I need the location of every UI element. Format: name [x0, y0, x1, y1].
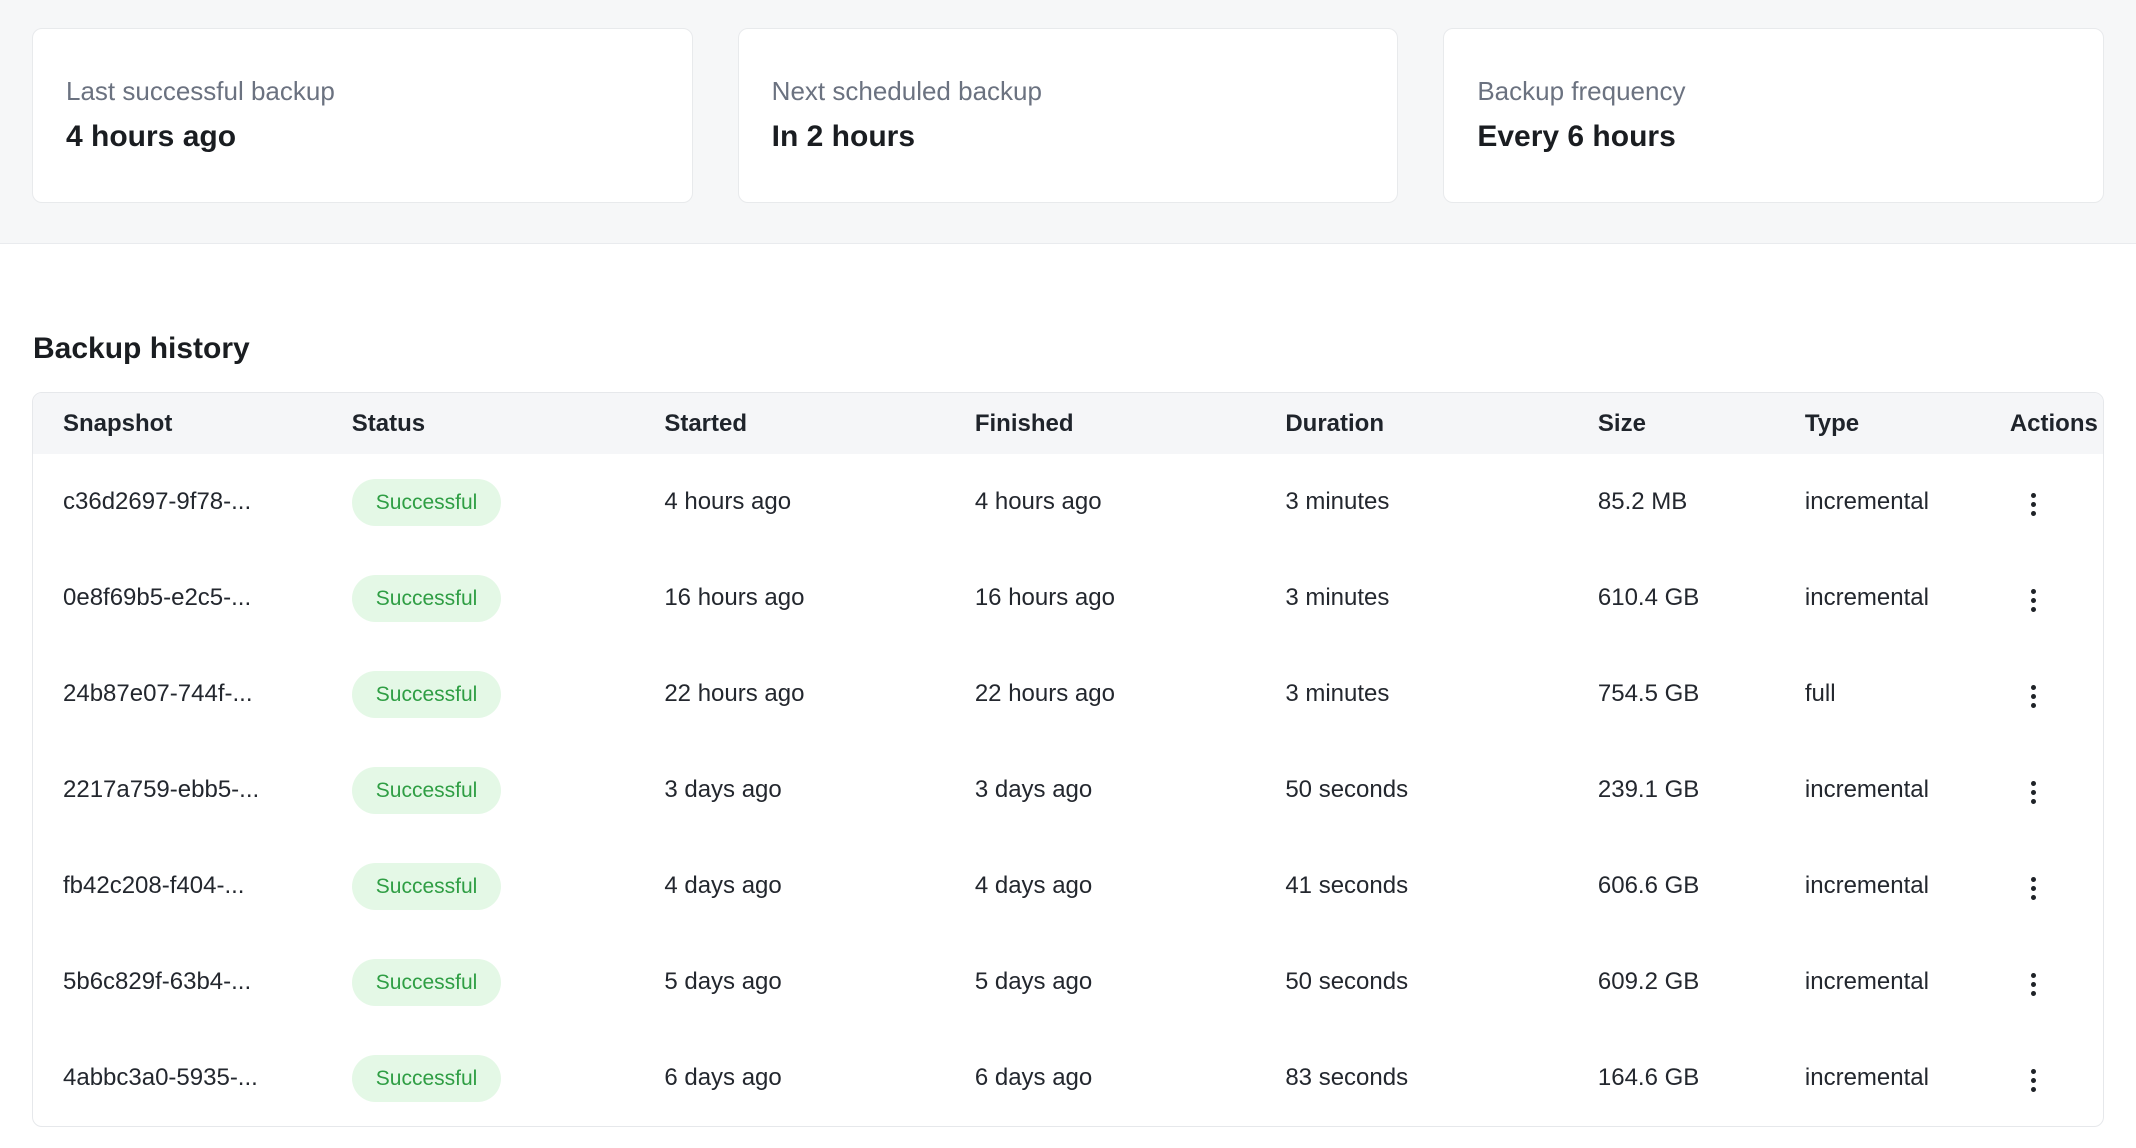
status-badge: Successful	[352, 959, 502, 1006]
type-cell: incremental	[1805, 742, 2010, 838]
table-row: 4abbc3a0-5935-... Successful 6 days ago …	[33, 1030, 2103, 1126]
snapshot-id: 5b6c829f-63b4-...	[33, 934, 352, 1030]
duration-cell: 41 seconds	[1285, 838, 1598, 934]
duration-cell: 83 seconds	[1285, 1030, 1598, 1126]
finished-cell: 22 hours ago	[975, 646, 1286, 742]
duration-cell: 3 minutes	[1285, 454, 1598, 550]
table-row: 2217a759-ebb5-... Successful 3 days ago …	[33, 742, 2103, 838]
snapshot-id: fb42c208-f404-...	[33, 838, 352, 934]
size-cell: 85.2 MB	[1598, 454, 1805, 550]
column-header-size: Size	[1598, 393, 1805, 454]
started-cell: 5 days ago	[664, 934, 975, 1030]
table-header-row: Snapshot Status Started Finished Duratio…	[33, 393, 2103, 454]
finished-cell: 16 hours ago	[975, 550, 1286, 646]
stat-label: Last successful backup	[66, 74, 692, 109]
table-row: fb42c208-f404-... Successful 4 days ago …	[33, 838, 2103, 934]
status-badge: Successful	[352, 671, 502, 718]
started-cell: 4 hours ago	[664, 454, 975, 550]
started-cell: 4 days ago	[664, 838, 975, 934]
column-header-started: Started	[664, 393, 975, 454]
type-cell: incremental	[1805, 838, 2010, 934]
duration-cell: 3 minutes	[1285, 550, 1598, 646]
column-header-type: Type	[1805, 393, 2010, 454]
status-badge: Successful	[352, 575, 502, 622]
snapshot-id: c36d2697-9f78-...	[33, 454, 352, 550]
started-cell: 16 hours ago	[664, 550, 975, 646]
snapshot-id: 0e8f69b5-e2c5-...	[33, 550, 352, 646]
column-header-actions: Actions	[2010, 393, 2103, 454]
stat-label: Backup frequency	[1477, 74, 2103, 109]
finished-cell: 4 hours ago	[975, 454, 1286, 550]
stat-value: In 2 hours	[772, 117, 1398, 158]
row-actions-kebab-icon[interactable]	[2012, 963, 2056, 1007]
backup-stats-band: Last successful backup 4 hours ago Next …	[0, 0, 2136, 244]
row-actions-kebab-icon[interactable]	[2012, 1059, 2056, 1103]
size-cell: 610.4 GB	[1598, 550, 1805, 646]
backup-history-table: Snapshot Status Started Finished Duratio…	[32, 392, 2104, 1127]
snapshot-id: 2217a759-ebb5-...	[33, 742, 352, 838]
finished-cell: 3 days ago	[975, 742, 1286, 838]
table-row: 5b6c829f-63b4-... Successful 5 days ago …	[33, 934, 2103, 1030]
stat-card-next-scheduled-backup: Next scheduled backup In 2 hours	[738, 28, 1399, 203]
duration-cell: 50 seconds	[1285, 934, 1598, 1030]
size-cell: 609.2 GB	[1598, 934, 1805, 1030]
column-header-status: Status	[352, 393, 665, 454]
status-badge: Successful	[352, 863, 502, 910]
stat-card-last-successful-backup: Last successful backup 4 hours ago	[32, 28, 693, 203]
row-actions-kebab-icon[interactable]	[2012, 579, 2056, 623]
type-cell: incremental	[1805, 934, 2010, 1030]
finished-cell: 5 days ago	[975, 934, 1286, 1030]
finished-cell: 4 days ago	[975, 838, 1286, 934]
type-cell: incremental	[1805, 550, 2010, 646]
table-row: 24b87e07-744f-... Successful 22 hours ag…	[33, 646, 2103, 742]
duration-cell: 50 seconds	[1285, 742, 1598, 838]
stat-value: 4 hours ago	[66, 117, 692, 158]
row-actions-kebab-icon[interactable]	[2012, 867, 2056, 911]
size-cell: 606.6 GB	[1598, 838, 1805, 934]
column-header-finished: Finished	[975, 393, 1286, 454]
column-header-duration: Duration	[1285, 393, 1598, 454]
stat-value: Every 6 hours	[1477, 117, 2103, 158]
page-title: Backup history	[33, 332, 2104, 366]
started-cell: 6 days ago	[664, 1030, 975, 1126]
status-badge: Successful	[352, 1055, 502, 1102]
type-cell: full	[1805, 646, 2010, 742]
type-cell: incremental	[1805, 454, 2010, 550]
row-actions-kebab-icon[interactable]	[2012, 483, 2056, 527]
stat-card-backup-frequency: Backup frequency Every 6 hours	[1443, 28, 2104, 203]
started-cell: 3 days ago	[664, 742, 975, 838]
table-row: 0e8f69b5-e2c5-... Successful 16 hours ag…	[33, 550, 2103, 646]
stat-label: Next scheduled backup	[772, 74, 1398, 109]
snapshot-id: 4abbc3a0-5935-...	[33, 1030, 352, 1126]
row-actions-kebab-icon[interactable]	[2012, 771, 2056, 815]
finished-cell: 6 days ago	[975, 1030, 1286, 1126]
snapshot-id: 24b87e07-744f-...	[33, 646, 352, 742]
size-cell: 164.6 GB	[1598, 1030, 1805, 1126]
status-badge: Successful	[352, 479, 502, 526]
status-badge: Successful	[352, 767, 502, 814]
row-actions-kebab-icon[interactable]	[2012, 675, 2056, 719]
size-cell: 239.1 GB	[1598, 742, 1805, 838]
column-header-snapshot: Snapshot	[33, 393, 352, 454]
duration-cell: 3 minutes	[1285, 646, 1598, 742]
backup-history-section: Backup history Snapshot Status Started F…	[0, 332, 2136, 1127]
type-cell: incremental	[1805, 1030, 2010, 1126]
size-cell: 754.5 GB	[1598, 646, 1805, 742]
started-cell: 22 hours ago	[664, 646, 975, 742]
table-row: c36d2697-9f78-... Successful 4 hours ago…	[33, 454, 2103, 550]
